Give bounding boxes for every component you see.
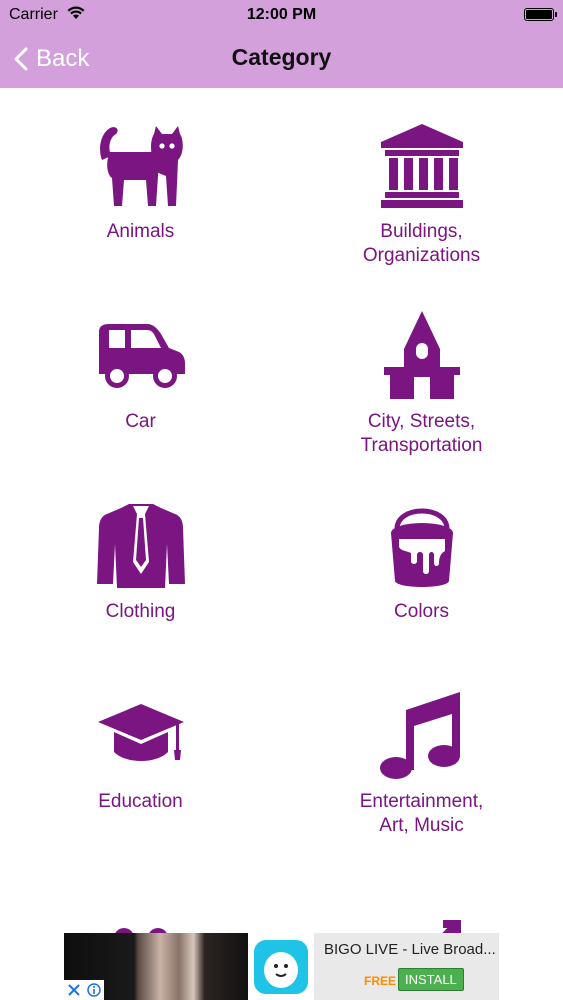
status-bar: Carrier 12:00 PM [0,0,563,30]
people-icon [0,878,281,933]
cat-icon [0,118,281,212]
music-note-icon [281,688,562,782]
bank-building-icon [281,118,562,212]
info-icon[interactable] [84,980,104,1000]
ad-title: BIGO LIVE - Live Broad... [324,941,496,958]
category-buildings-organizations[interactable]: Buildings, Organizations [281,88,562,278]
install-button[interactable]: INSTALL [398,968,464,991]
category-car[interactable]: Car [0,278,281,468]
category-clothing[interactable]: Clothing [0,468,281,658]
category-label: City, Streets, Transportation [360,411,483,456]
clock: 12:00 PM [246,6,317,23]
category-people[interactable] [0,848,281,933]
category-animals[interactable]: Animals [0,88,281,278]
paint-bucket-icon [281,498,562,592]
category-entertainment-art-music[interactable]: Entertainment, Art, Music [281,658,562,848]
category-label: Colors [394,601,449,622]
category-label: Car [125,411,156,432]
navigation-bar: Back Category [0,30,563,88]
battery-icon [524,8,557,21]
category-label: Animals [106,221,175,242]
category-label: Entertainment, Art, Music [359,791,484,836]
gender-symbols-icon [281,878,562,933]
ad-banner[interactable]: BIGO LIVE - Live Broad... FREE INSTALL [64,933,499,1000]
church-house-icon [281,308,562,402]
suit-jacket-icon [0,498,281,592]
category-education[interactable]: Education [0,658,281,848]
page-title: Category [231,44,332,70]
category-label: Education [98,791,183,812]
category-label: Clothing [105,601,176,622]
ad-price: FREE [364,974,397,988]
car-icon [0,308,281,402]
category-grid: Animals Buildings, Organizations Car Cit… [0,88,563,933]
category-gender[interactable] [281,848,562,933]
category-label: Buildings, Organizations [362,221,481,266]
graduation-cap-icon [0,688,281,782]
category-colors[interactable]: Colors [281,468,562,658]
app-logo-icon [248,933,314,1000]
category-city-streets-transportation[interactable]: City, Streets, Transportation [281,278,562,468]
close-icon[interactable] [64,980,84,1000]
